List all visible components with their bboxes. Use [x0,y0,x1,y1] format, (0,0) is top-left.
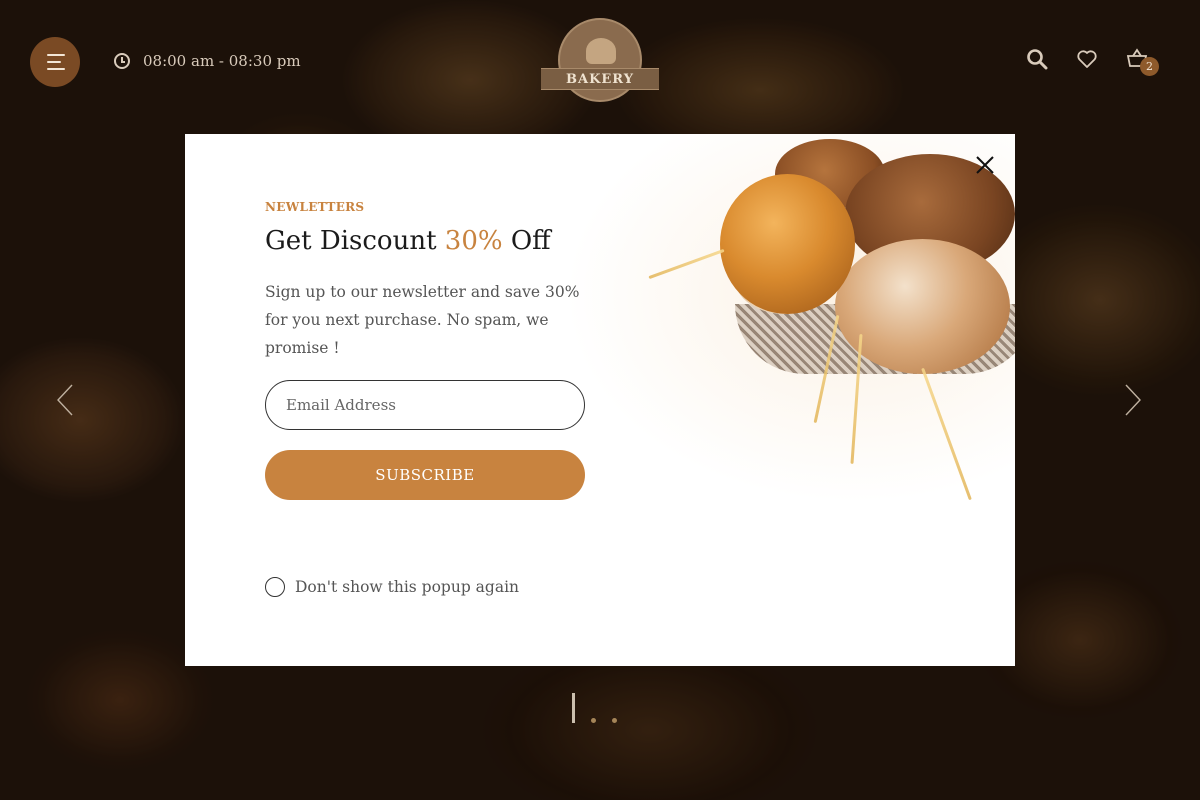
cart-count-badge: 2 [1140,57,1159,76]
logo-text: BAKERY [541,68,659,90]
heart-icon[interactable] [1076,48,1098,70]
menu-icon-line [47,61,61,63]
popup-description: Sign up to our newsletter and save 30% f… [265,283,580,357]
menu-icon-line [47,68,65,70]
slider-page-1-active[interactable] [572,693,575,723]
chevron-left-icon[interactable] [56,384,74,416]
opening-hours-text: 08:00 am - 08:30 pm [143,52,301,70]
slider-pagination [572,693,617,723]
email-field[interactable] [265,380,585,430]
wheat-stalk [921,367,972,501]
basket-icon[interactable]: 2 [1126,48,1159,76]
close-icon [976,156,994,174]
slider-page-3[interactable] [612,718,617,723]
wheat-stalk [648,248,725,280]
bakery-logo[interactable]: BAKERY [541,18,659,106]
clock-icon [114,53,130,69]
title-suffix: Off [502,226,551,256]
slider-page-2[interactable] [591,718,596,723]
bread-loaf [835,239,1010,374]
newsletter-eyebrow: NEWLETTERS [265,200,365,214]
newsletter-popup: NEWLETTERS Get Discount 30% Off Sign up … [185,134,1015,666]
discount-percent: 30% [444,226,503,256]
dont-show-label: Don't show this popup again [295,578,520,596]
opening-hours: 08:00 am - 08:30 pm [114,52,301,70]
chevron-right-icon[interactable] [1124,384,1142,416]
subscribe-button[interactable]: SUBSCRIBE [265,450,585,500]
dont-show-option[interactable]: Don't show this popup again [265,577,519,597]
menu-button[interactable] [30,37,80,87]
menu-icon-line [47,54,65,56]
popup-title: Get Discount 30% Off [265,226,605,256]
title-prefix: Get Discount [265,226,445,256]
search-icon[interactable] [1026,48,1048,70]
newsletter-form: NEWLETTERS Get Discount 30% Off Sign up … [265,200,605,500]
bread-loaf [720,174,855,314]
header-actions: 2 [1026,48,1159,76]
close-button[interactable] [970,150,1000,180]
dont-show-checkbox[interactable] [265,577,285,597]
